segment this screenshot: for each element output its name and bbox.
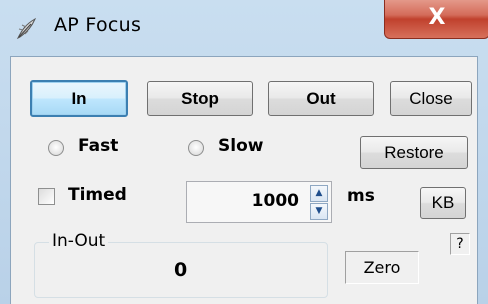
- close-button[interactable]: Close: [390, 81, 472, 116]
- kb-button[interactable]: KB: [420, 187, 466, 219]
- in-out-label: In-Out: [49, 231, 109, 251]
- close-icon: X: [428, 4, 446, 30]
- ms-unit-label: ms: [347, 186, 375, 206]
- fast-label: Fast: [78, 136, 119, 156]
- window-close-button[interactable]: X: [384, 0, 488, 39]
- slow-radio[interactable]: [188, 140, 204, 156]
- help-button[interactable]: ?: [450, 233, 470, 255]
- fast-radio[interactable]: [48, 140, 64, 156]
- in-button[interactable]: In: [30, 80, 128, 117]
- zero-button[interactable]: Zero: [345, 251, 419, 284]
- timed-checkbox[interactable]: [38, 188, 55, 205]
- spin-down-arrow-icon[interactable]: ▼: [310, 203, 328, 220]
- restore-button[interactable]: Restore: [360, 136, 468, 169]
- slow-label: Slow: [218, 136, 264, 156]
- spin-up-arrow-icon[interactable]: ▲: [310, 185, 328, 202]
- in-out-value: 0: [174, 259, 188, 281]
- out-button[interactable]: Out: [268, 81, 374, 116]
- duration-value[interactable]: 1000: [252, 191, 299, 211]
- stop-button[interactable]: Stop: [147, 81, 253, 116]
- timed-label: Timed: [68, 185, 127, 205]
- duration-spinner[interactable]: 1000 ▲ ▼: [186, 181, 332, 223]
- ap-focus-window: AP Focus X In Stop Out Close Fast Slow R…: [0, 0, 488, 304]
- window-title: AP Focus: [54, 14, 142, 36]
- app-feather-icon: [14, 16, 40, 42]
- title-bar[interactable]: AP Focus X: [0, 0, 488, 56]
